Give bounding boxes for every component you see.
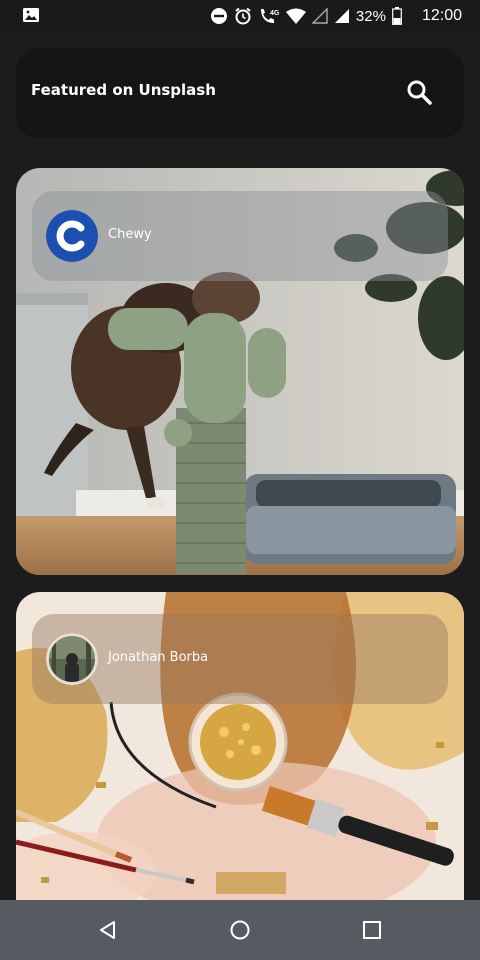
alarm-icon <box>235 7 251 25</box>
volte-call-icon: 4G <box>260 9 280 23</box>
status-bar: 4G 32% 12:00 <box>0 0 480 32</box>
image-notification-icon <box>23 8 39 22</box>
avatar[interactable] <box>46 210 98 262</box>
avatar[interactable] <box>46 633 98 685</box>
do-not-disturb-icon <box>210 8 227 24</box>
author-name[interactable]: Chewy <box>108 227 152 242</box>
author-photo <box>46 633 98 685</box>
battery-percent: 32% <box>355 7 386 25</box>
svg-text:4G: 4G <box>270 10 280 17</box>
signal-empty-icon <box>311 8 328 24</box>
app-header: Featured on Unsplash <box>16 48 464 138</box>
chewy-logo-icon <box>46 210 98 262</box>
author-chip[interactable]: Chewy <box>32 191 448 281</box>
back-triangle-icon[interactable] <box>96 918 120 942</box>
author-name[interactable]: Jonathan Borba <box>108 650 208 665</box>
photo-card[interactable]: Chewy <box>16 168 464 575</box>
search-icon[interactable] <box>406 79 432 105</box>
page-title: Featured on Unsplash <box>31 81 216 99</box>
home-circle-icon[interactable] <box>228 918 252 942</box>
battery-icon <box>392 7 402 25</box>
system-nav-bar <box>0 900 480 960</box>
author-chip[interactable]: Jonathan Borba <box>32 614 448 704</box>
recents-square-icon[interactable] <box>360 918 384 942</box>
photo-card[interactable]: Jonathan Borba <box>16 592 464 902</box>
signal-full-icon <box>334 9 349 23</box>
clock: 12:00 <box>421 7 462 24</box>
wifi-icon <box>285 8 306 24</box>
